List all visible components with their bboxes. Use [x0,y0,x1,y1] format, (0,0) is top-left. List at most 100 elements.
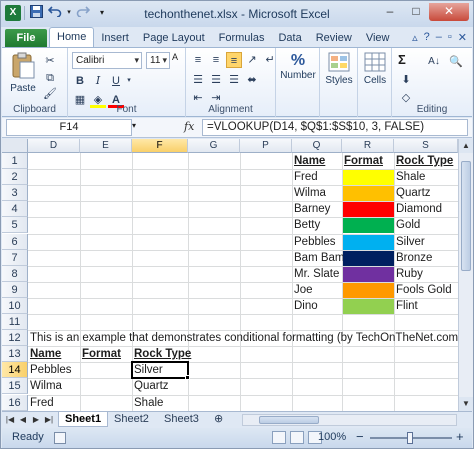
row-header-5[interactable]: 5 [2,217,28,234]
format-color-swatch[interactable] [343,218,394,234]
lookup-rock-cell[interactable]: Quartz [394,185,431,201]
row-header-7[interactable]: 7 [2,249,28,266]
results-header-format[interactable]: Format [80,346,121,362]
font-size-select[interactable]: 11 [146,52,170,69]
row-header-13[interactable]: 13 [2,346,28,363]
zoom-in-button[interactable]: + [456,429,464,444]
example-note[interactable]: This is an example that demonstrates con… [28,330,458,346]
lookup-rock-cell[interactable]: Ruby [394,266,423,282]
horizontal-scroll-thumb[interactable] [259,416,319,424]
underline-dropdown-icon[interactable]: ▾ [126,73,132,89]
align-right-icon[interactable]: ☰ [226,72,242,88]
lookup-name-cell[interactable]: Dino [292,298,318,314]
tab-review[interactable]: Review [309,29,359,47]
tab-data[interactable]: Data [271,29,308,47]
grow-font-icon[interactable]: A [172,52,178,62]
fill-icon[interactable]: ⬇ [398,72,414,88]
format-color-swatch[interactable] [343,234,394,250]
autosum-button[interactable]: Σ [398,52,406,67]
window-restore-icon[interactable]: ▫ [448,31,452,44]
tab-home[interactable]: Home [49,27,95,47]
results-rock-cell[interactable]: Quartz [132,378,169,394]
lookup-header-format[interactable]: Format [342,153,383,169]
zoom-level[interactable]: 100% [318,431,346,443]
underline-button[interactable]: U [108,73,124,89]
name-box[interactable]: F14 [6,119,132,136]
lookup-name-cell[interactable]: Wilma [292,185,326,201]
merge-center-icon[interactable]: ⬌ [244,72,260,88]
window-minimize-icon[interactable]: – [436,31,442,44]
format-painter-icon[interactable]: 🖌 [42,86,58,102]
format-color-swatch[interactable] [343,298,394,314]
paste-button[interactable]: Paste [8,52,38,94]
lookup-name-cell[interactable]: Betty [292,217,320,233]
column-header-r[interactable]: R [342,139,394,153]
results-name-cell[interactable]: Wilma [28,378,62,394]
insert-function-button[interactable]: fx [184,120,194,133]
results-header-rock-type[interactable]: Rock Type [132,346,191,362]
bold-button[interactable]: B [72,73,88,89]
cut-icon[interactable]: ✂ [42,53,58,69]
align-center-icon[interactable]: ☰ [208,72,224,88]
tab-formulas[interactable]: Formulas [212,29,272,47]
format-color-swatch[interactable] [343,170,394,186]
lookup-header-rock-type[interactable]: Rock Type [394,153,453,169]
select-all-corner[interactable] [2,139,28,153]
lookup-rock-cell[interactable]: Fools Gold [394,282,452,298]
format-color-swatch[interactable] [343,266,394,282]
spreadsheet-grid[interactable]: D E F G P Q R S 1 2 3 4 5 6 7 8 9 10 11 12 13 14 15 16 Name Forma… [2,139,458,411]
name-box-dropdown-icon[interactable]: ▾ [132,121,136,130]
format-color-swatch[interactable] [343,202,394,218]
find-select-icon[interactable]: 🔍 [448,54,464,70]
zoom-slider-thumb[interactable] [407,432,413,444]
results-header-name[interactable]: Name [28,346,61,362]
lookup-name-cell[interactable]: Barney [292,201,330,217]
vertical-scroll-thumb[interactable] [461,161,471,271]
minimize-button[interactable]: – [377,3,403,21]
copy-icon[interactable]: ⧉ [42,70,58,86]
normal-view-icon[interactable] [272,431,286,444]
first-sheet-icon[interactable]: |◀ [4,413,16,426]
horizontal-scrollbar[interactable] [242,414,457,426]
align-middle-icon[interactable]: ≡ [208,52,224,68]
align-left-icon[interactable]: ☰ [190,72,206,88]
sheet-tab-sheet3[interactable]: Sheet3 [158,412,205,427]
row-header-10[interactable]: 10 [2,297,28,314]
vertical-scrollbar[interactable]: ▲ ▼ [458,139,473,411]
minimize-ribbon-icon[interactable]: ▵ [412,31,418,44]
font-name-select[interactable]: Calibri [72,52,142,69]
next-sheet-icon[interactable]: ▶ [30,413,42,426]
tab-page-layout[interactable]: Page Layout [136,29,212,47]
italic-button[interactable]: I [90,73,106,89]
lookup-rock-cell[interactable]: Shale [394,169,425,185]
sort-filter-icon[interactable]: A↓ [426,54,442,70]
lookup-rock-cell[interactable]: Silver [394,234,425,250]
lookup-name-cell[interactable]: Fred [292,169,318,185]
lookup-header-name[interactable]: Name [292,153,325,169]
styles-button[interactable]: Styles [322,52,356,86]
window-close-icon[interactable]: ✕ [458,31,467,44]
align-bottom-icon[interactable]: ≡ [226,52,242,68]
orientation-icon[interactable]: ↗ [244,52,260,68]
row-header-4[interactable]: 4 [2,201,28,218]
macro-record-icon[interactable] [54,432,66,444]
zoom-out-button[interactable]: − [356,429,364,444]
align-top-icon[interactable]: ≡ [190,52,206,68]
row-header-11[interactable]: 11 [2,314,28,331]
lookup-rock-cell[interactable]: Gold [394,217,420,233]
scroll-up-icon[interactable]: ▲ [459,139,473,153]
column-header-p[interactable]: P [240,139,292,153]
column-header-e[interactable]: E [80,139,132,153]
row-header-8[interactable]: 8 [2,265,28,282]
lookup-rock-cell[interactable]: Bronze [394,250,432,266]
row-header-9[interactable]: 9 [2,281,28,298]
row-header-15[interactable]: 15 [2,378,28,395]
format-color-swatch[interactable] [343,250,394,266]
close-button[interactable]: ✕ [429,3,469,21]
column-header-f[interactable]: F [132,139,188,153]
lookup-name-cell[interactable]: Bam Bam [292,250,345,266]
format-color-swatch[interactable] [343,186,394,202]
lookup-name-cell[interactable]: Pebbles [292,234,336,250]
prev-sheet-icon[interactable]: ◀ [17,413,29,426]
maximize-button[interactable]: □ [403,3,429,21]
